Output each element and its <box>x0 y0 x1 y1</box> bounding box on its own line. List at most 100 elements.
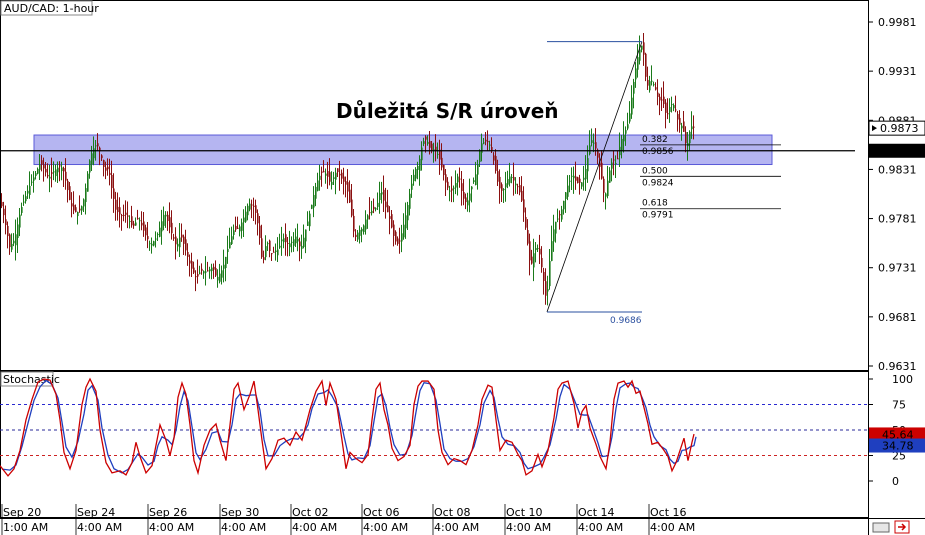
candle-body <box>137 217 139 220</box>
candle-body <box>39 164 41 170</box>
candle-body <box>101 155 103 159</box>
candle-body <box>477 164 479 175</box>
candle-body <box>323 171 325 173</box>
candle-body <box>67 180 69 191</box>
candle-body <box>423 141 425 144</box>
candle-body <box>381 192 383 195</box>
candle-body <box>575 176 577 181</box>
candle-body <box>23 201 25 203</box>
candle-body <box>259 225 261 238</box>
candle-body <box>643 42 645 55</box>
price-tick-label: 0.9631 <box>878 360 917 373</box>
candle-body <box>55 169 57 177</box>
candle-body <box>77 211 79 217</box>
candle-body <box>361 228 363 232</box>
candle-body <box>341 172 343 179</box>
candle-body <box>73 204 75 211</box>
candle-body <box>557 218 559 220</box>
x-time-label: 4:00 AM <box>650 521 695 534</box>
candle-body <box>349 189 351 203</box>
candle-body <box>281 239 283 242</box>
fib-ratio-label: 0.618 <box>642 199 668 209</box>
scroll-button[interactable] <box>872 522 890 533</box>
candle-body <box>165 214 167 217</box>
candle-body <box>661 99 663 101</box>
x-date-label: Sep 26 <box>149 506 187 519</box>
candle-body <box>133 223 135 226</box>
candle-body <box>581 182 583 187</box>
candle-body <box>685 132 687 144</box>
candle-body <box>551 241 553 261</box>
candle-body <box>123 214 125 216</box>
candle-body <box>115 199 117 210</box>
candle-body <box>257 213 259 224</box>
candle-body <box>69 186 71 200</box>
candle-body <box>307 221 309 226</box>
candle-body <box>183 236 185 244</box>
candle-body <box>607 180 609 197</box>
candle-body <box>471 186 473 190</box>
candle-body <box>309 213 311 227</box>
x-date-label: Oct 10 <box>506 506 543 519</box>
x-date-label: Oct 06 <box>363 506 400 519</box>
candle-body <box>473 180 475 182</box>
candle-body <box>5 219 7 226</box>
candle-body <box>107 166 109 170</box>
candle-body <box>93 148 95 159</box>
x-time-label: 4:00 AM <box>434 521 479 534</box>
candle-body <box>149 243 151 245</box>
candle-body <box>151 243 153 246</box>
candle-body <box>565 192 567 199</box>
candle-body <box>601 162 603 179</box>
candle-body <box>261 238 263 258</box>
candle-body <box>51 172 53 174</box>
candle-body <box>95 145 97 147</box>
candle-body <box>157 234 159 236</box>
candle-body <box>241 222 243 231</box>
candle-body <box>449 190 451 192</box>
candle-body <box>525 217 527 228</box>
candle-body <box>363 225 365 233</box>
candle-body <box>145 227 147 236</box>
candle-body <box>567 185 569 197</box>
candle-body <box>585 168 587 180</box>
candle-body <box>3 208 5 216</box>
candle-body <box>53 171 55 173</box>
x-time-label: 4:00 AM <box>221 521 266 534</box>
candle-body <box>11 243 13 250</box>
candle-body <box>561 209 563 220</box>
fib-value-label: 0.9856 <box>642 147 674 157</box>
candle-body <box>355 234 357 237</box>
candle-body <box>399 240 401 242</box>
candle-body <box>313 194 315 208</box>
candle-body <box>249 203 251 210</box>
x-date-label: Sep 24 <box>77 506 115 519</box>
candle-body <box>159 227 161 237</box>
candle-body <box>529 241 531 261</box>
candle-body <box>511 177 513 179</box>
candle-body <box>293 239 295 246</box>
candle-body <box>317 180 319 191</box>
candle-body <box>345 181 347 185</box>
candle-body <box>333 177 335 179</box>
candle-body <box>189 260 191 264</box>
candle-body <box>385 201 387 208</box>
x-time-label: 1:00 AM <box>3 521 48 534</box>
stochastic-tick-label: 75 <box>892 399 906 412</box>
candle-body <box>577 177 579 184</box>
candle-body <box>591 140 593 143</box>
candle-body <box>377 202 379 207</box>
candle-body <box>395 231 397 242</box>
candle-body <box>41 160 43 165</box>
x-time-label: 4:00 AM <box>77 521 122 534</box>
candle-body <box>65 171 67 181</box>
candle-body <box>201 268 203 271</box>
candle-body <box>135 222 137 226</box>
candle-body <box>303 237 305 247</box>
candle-body <box>411 183 413 190</box>
candle-body <box>193 267 195 273</box>
candle-body <box>457 176 459 183</box>
candle-body <box>269 240 271 252</box>
candle-body <box>435 146 437 151</box>
candle-body <box>185 239 187 251</box>
